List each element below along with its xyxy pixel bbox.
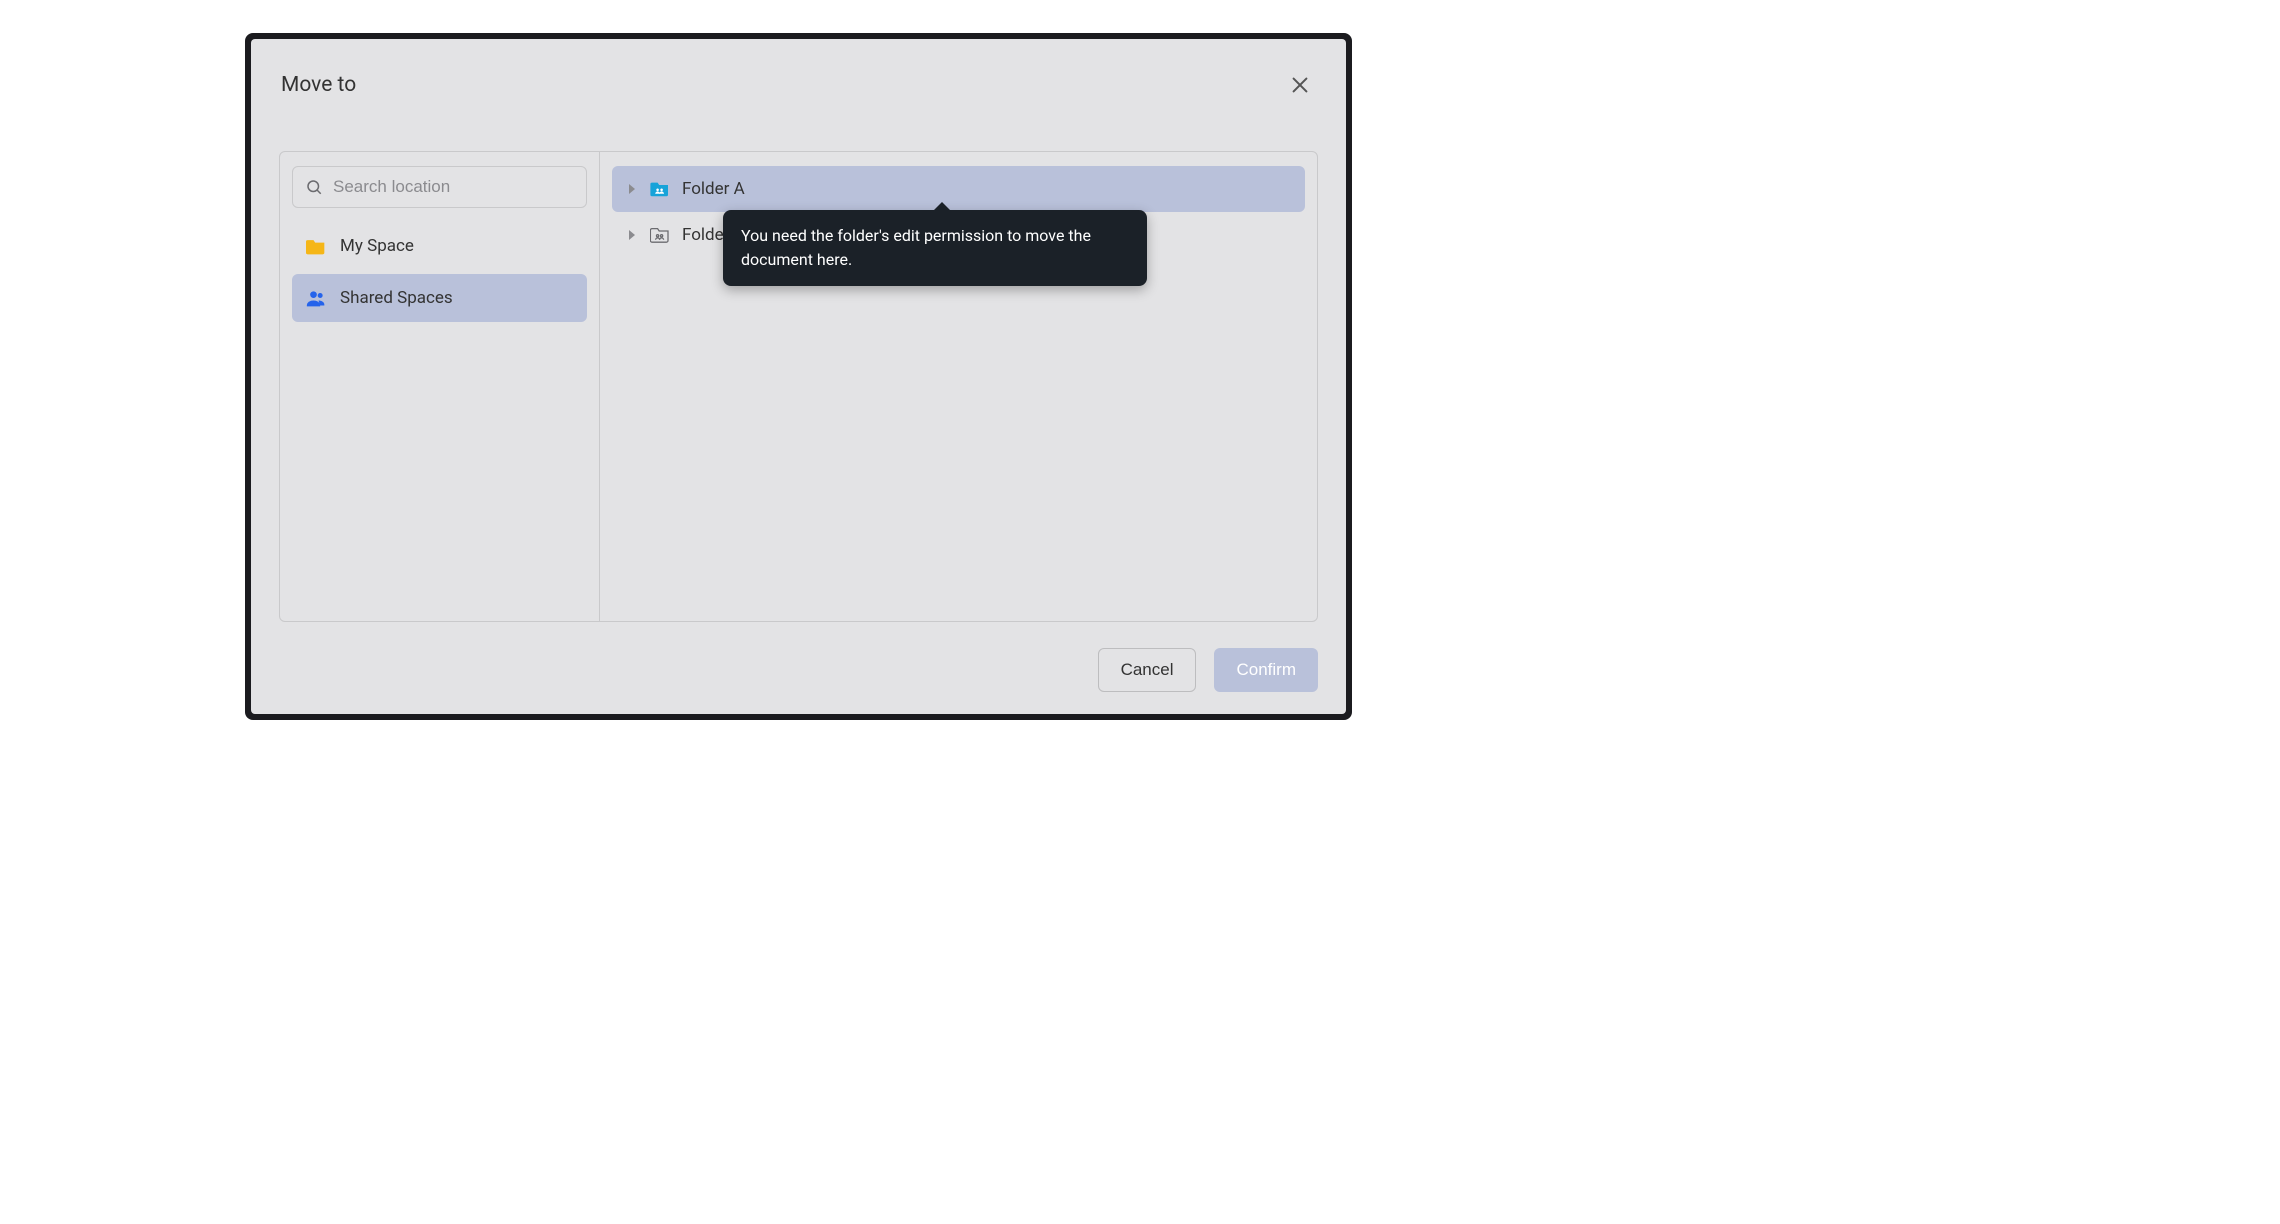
shared-folder-outline-icon (650, 227, 670, 243)
shared-folder-icon (650, 181, 670, 197)
location-sidebar: My Space Shared Spaces (280, 152, 600, 621)
sidebar-item-label: My Space (340, 236, 414, 256)
folder-list-panel: Folder A Fold (600, 152, 1317, 621)
search-input[interactable] (333, 177, 574, 197)
people-icon (306, 288, 326, 308)
folder-icon (306, 236, 326, 256)
close-button[interactable] (1284, 69, 1316, 101)
dialog-outer: Move to (245, 33, 1352, 720)
dialog-header: Move to (251, 39, 1346, 111)
sidebar-item-shared-spaces[interactable]: Shared Spaces (292, 274, 587, 322)
confirm-button[interactable]: Confirm (1214, 648, 1318, 692)
sidebar-item-label: Shared Spaces (340, 288, 453, 308)
tooltip-text: You need the folder's edit permission to… (741, 226, 1091, 269)
sidebar-item-my-space[interactable]: My Space (292, 222, 587, 270)
close-icon (1289, 74, 1311, 96)
dialog-footer: Cancel Confirm (251, 622, 1346, 714)
move-to-dialog: Move to (251, 39, 1346, 714)
permission-tooltip: You need the folder's edit permission to… (723, 210, 1147, 286)
expand-arrow-icon (626, 229, 638, 241)
search-icon (305, 178, 323, 196)
dialog-title: Move to (281, 73, 356, 97)
search-field-wrap[interactable] (292, 166, 587, 208)
dialog-body: My Space Shared Spaces (279, 151, 1318, 622)
cancel-button[interactable]: Cancel (1098, 648, 1197, 692)
folder-label: Folder A (682, 179, 745, 199)
expand-arrow-icon (626, 183, 638, 195)
folder-row-a[interactable]: Folder A (612, 166, 1305, 212)
